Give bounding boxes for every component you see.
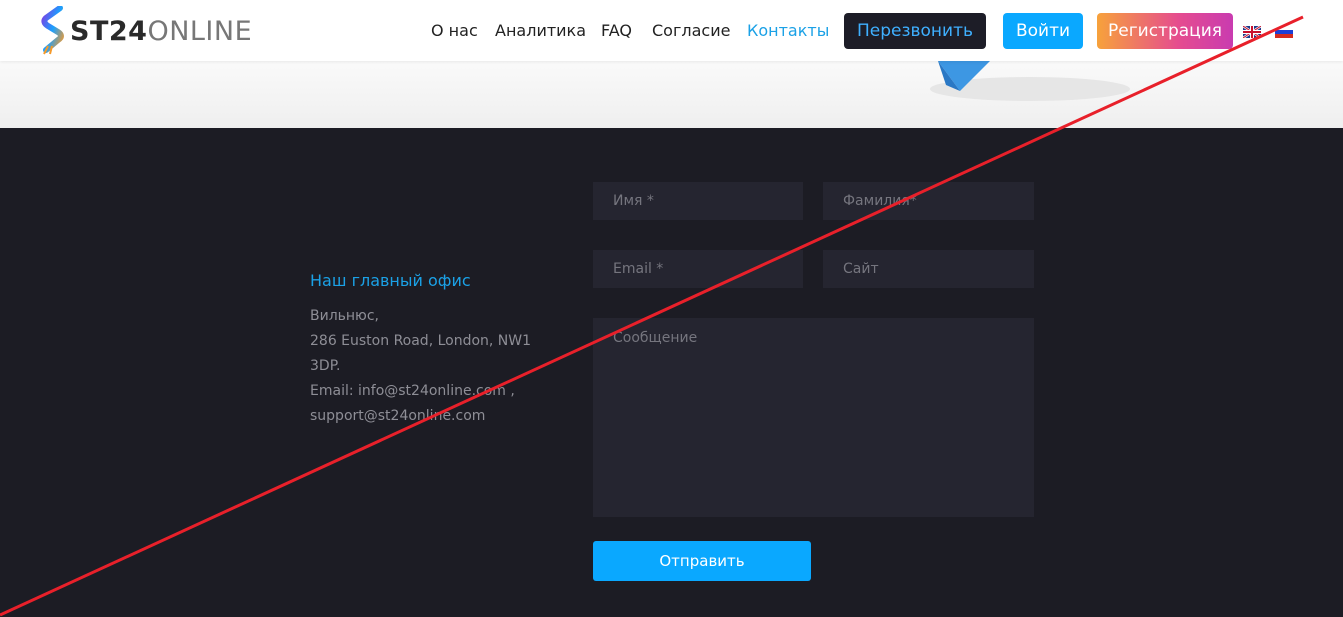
office-address-line2: 3DP. (310, 358, 341, 374)
office-support-email: support@st24online.com (310, 408, 486, 424)
site-input[interactable] (823, 250, 1034, 288)
ru-flag-icon[interactable] (1275, 26, 1293, 38)
logo-bold-text: ST24 (70, 15, 148, 47)
office-email: Email: info@st24online.com , (310, 383, 515, 399)
nav-analytics[interactable]: Аналитика (495, 21, 586, 40)
login-button[interactable]: Войти (1003, 13, 1083, 49)
submit-button[interactable]: Отправить (593, 541, 811, 581)
message-textarea[interactable] (593, 318, 1034, 517)
email-input[interactable] (593, 250, 803, 288)
office-address-line: 286 Euston Road, London, NW1 (310, 333, 532, 349)
register-button[interactable]: Регистрация (1097, 13, 1233, 49)
logo-s-icon (41, 6, 64, 55)
paper-plane-illustration (930, 61, 1130, 101)
callback-button[interactable]: Перезвонить (844, 13, 986, 49)
office-address: Вильнюс, 286 Euston Road, London, NW1 3D… (310, 304, 550, 429)
office-city: Вильнюс, (310, 308, 379, 324)
en-flag-icon[interactable] (1243, 26, 1261, 38)
site-header: ST24ONLINE О нас Аналитика FAQ Согласие … (0, 0, 1343, 61)
hero-strip (0, 61, 1343, 128)
nav-consent[interactable]: Согласие (652, 21, 730, 40)
last-name-input[interactable] (823, 182, 1034, 220)
nav-contacts[interactable]: Контакты (747, 21, 829, 40)
office-title: Наш главный офис (310, 271, 471, 290)
contact-section: Наш главный офис Вильнюс, 286 Euston Roa… (0, 128, 1343, 617)
nav-about[interactable]: О нас (431, 21, 478, 40)
nav-faq[interactable]: FAQ (601, 21, 632, 40)
logo[interactable]: ST24ONLINE (40, 6, 252, 56)
logo-light-text: ONLINE (147, 15, 253, 47)
first-name-input[interactable] (593, 182, 803, 220)
